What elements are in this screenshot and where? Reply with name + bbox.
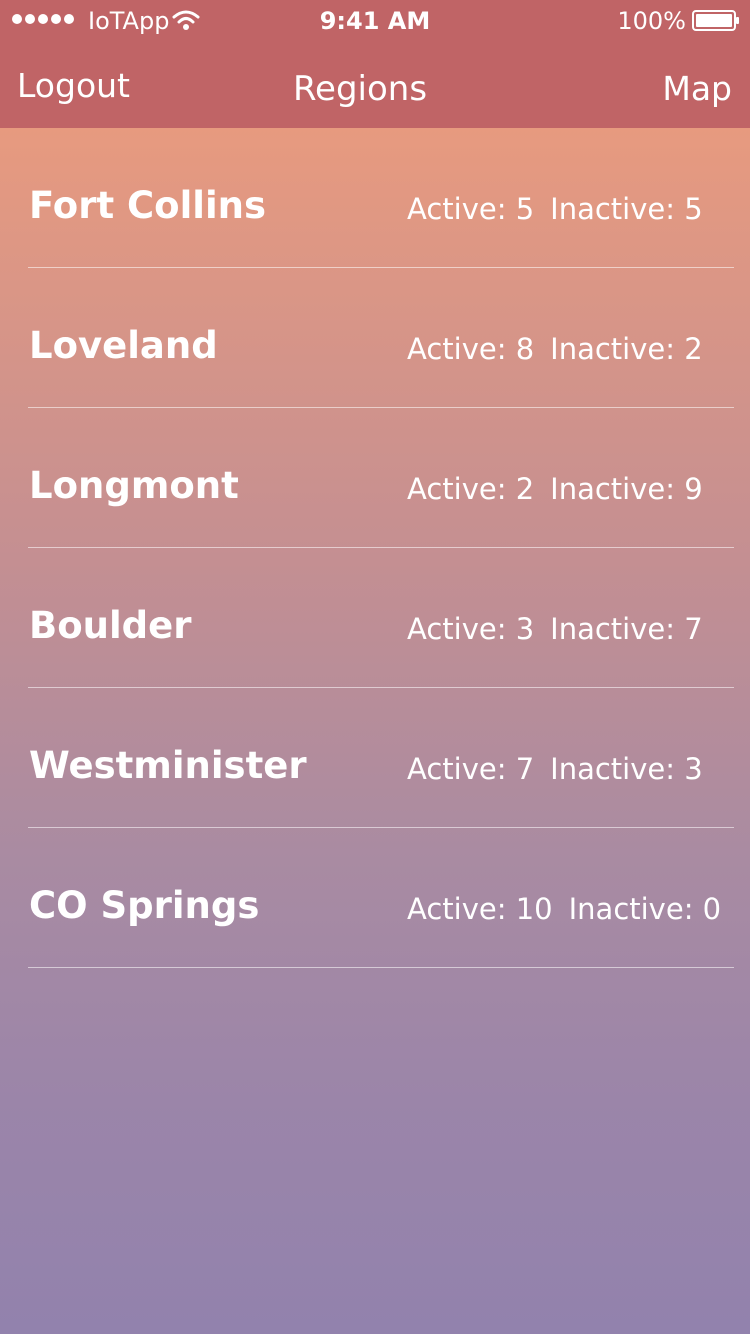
region-name: Fort Collins	[29, 184, 266, 227]
region-name: Loveland	[29, 324, 218, 367]
region-name: Longmont	[29, 464, 239, 507]
inactive-count: Inactive: 2	[550, 332, 703, 366]
region-counts: Active: 7 Inactive: 3	[407, 750, 703, 788]
battery-icon	[692, 10, 739, 31]
region-counts: Active: 10 Inactive: 0	[407, 890, 721, 928]
region-name: CO Springs	[29, 884, 260, 927]
active-count: Active: 3	[407, 612, 535, 646]
status-bar: IoTApp 9:41 AM 100%	[0, 0, 750, 40]
inactive-count: Inactive: 9	[550, 472, 703, 506]
header: IoTApp 9:41 AM 100% Logout Regions Map	[0, 0, 750, 128]
row-divider	[28, 967, 734, 968]
map-button[interactable]: Map	[662, 68, 732, 110]
region-row-co-springs[interactable]: CO Springs Active: 10 Inactive: 0	[0, 828, 750, 968]
region-row-westminister[interactable]: Westminister Active: 7 Inactive: 3	[0, 688, 750, 828]
region-counts: Active: 8 Inactive: 2	[407, 330, 703, 368]
active-count: Active: 10	[407, 892, 553, 926]
inactive-count: Inactive: 3	[550, 752, 703, 786]
region-row-fort-collins[interactable]: Fort Collins Active: 5 Inactive: 5	[0, 128, 750, 268]
inactive-count: Inactive: 5	[550, 192, 703, 226]
region-row-loveland[interactable]: Loveland Active: 8 Inactive: 2	[0, 268, 750, 408]
region-row-boulder[interactable]: Boulder Active: 3 Inactive: 7	[0, 548, 750, 688]
region-name: Westminister	[29, 744, 307, 787]
active-count: Active: 8	[407, 332, 535, 366]
region-counts: Active: 5 Inactive: 5	[407, 190, 703, 228]
region-counts: Active: 3 Inactive: 7	[407, 610, 703, 648]
page-title: Regions	[292, 69, 428, 109]
inactive-count: Inactive: 7	[550, 612, 703, 646]
region-counts: Active: 2 Inactive: 9	[407, 470, 703, 508]
active-count: Active: 5	[407, 192, 535, 226]
region-name: Boulder	[29, 604, 192, 647]
battery-percentage: 100%	[617, 7, 686, 35]
active-count: Active: 7	[407, 752, 535, 786]
region-row-longmont[interactable]: Longmont Active: 2 Inactive: 9	[0, 408, 750, 548]
regions-list: Fort Collins Active: 5 Inactive: 5 Lovela…	[0, 128, 750, 968]
active-count: Active: 2	[407, 472, 535, 506]
inactive-count: Inactive: 0	[568, 892, 722, 926]
